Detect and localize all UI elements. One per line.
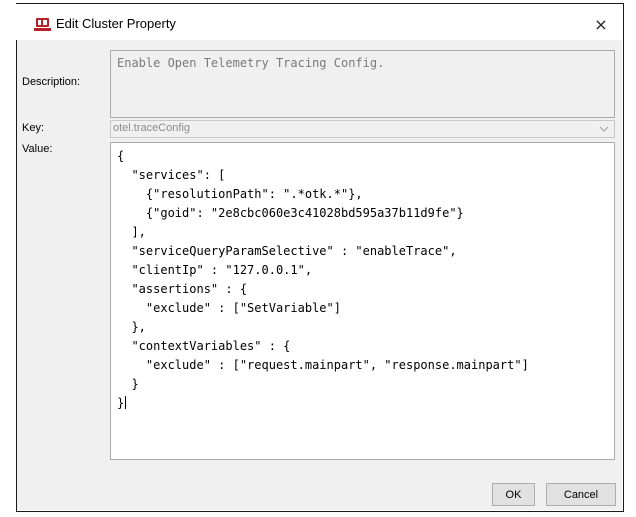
code-line: "exclude" : ["request.mainpart", "respon… [117,358,529,372]
code-line-last: } [117,394,608,413]
code-line: "contextVariables" : { [117,339,291,353]
cancel-button-label: Cancel [563,488,599,501]
dialog-title: Edit Cluster Property [56,16,176,31]
title-bar[interactable]: Edit Cluster Property × [16,4,622,40]
code-line: {"resolutionPath": ".*otk.*"}, [117,187,363,201]
value-editor[interactable]: { "services": [ {"resolutionPath": ".*ot… [110,142,615,460]
code-line: "assertions" : { [117,282,248,296]
cancel-button[interactable]: Cancel [546,483,616,506]
close-icon: × [594,14,608,34]
code-line: "clientIp" : "127.0.0.1", [117,263,313,277]
code-line: "exclude" : ["SetVariable"] [117,301,341,315]
code-line-text: } [117,396,125,410]
key-dropdown[interactable]: otel.traceConfig [110,120,615,138]
code-line: }, [117,320,146,334]
chevron-down-icon[interactable] [597,121,611,137]
cluster-property-icon [34,17,51,31]
code-line: } [117,377,139,391]
description-field[interactable]: Enable Open Telemetry Tracing Config. [110,50,615,118]
code-line: "services": [ [117,168,226,182]
value-label: Value: [22,143,53,155]
code-line: { [117,149,125,163]
text-caret [125,396,127,409]
key-label: Key: [22,122,45,134]
description-text: Enable Open Telemetry Tracing Config. [117,56,385,70]
ok-button-label: OK [505,488,522,501]
code-line: ], [117,225,146,239]
description-label: Description: [22,76,81,88]
dialog-content: Description: Enable Open Telemetry Traci… [17,40,622,510]
ok-button[interactable]: OK [492,483,535,506]
close-button[interactable]: × [588,12,614,36]
code-line: {"goid": "2e8cbc060e3c41028bd595a37b11d9… [117,206,464,220]
key-value: otel.traceConfig [113,122,191,134]
code-line: "serviceQueryParamSelective" : "enableTr… [117,244,457,258]
